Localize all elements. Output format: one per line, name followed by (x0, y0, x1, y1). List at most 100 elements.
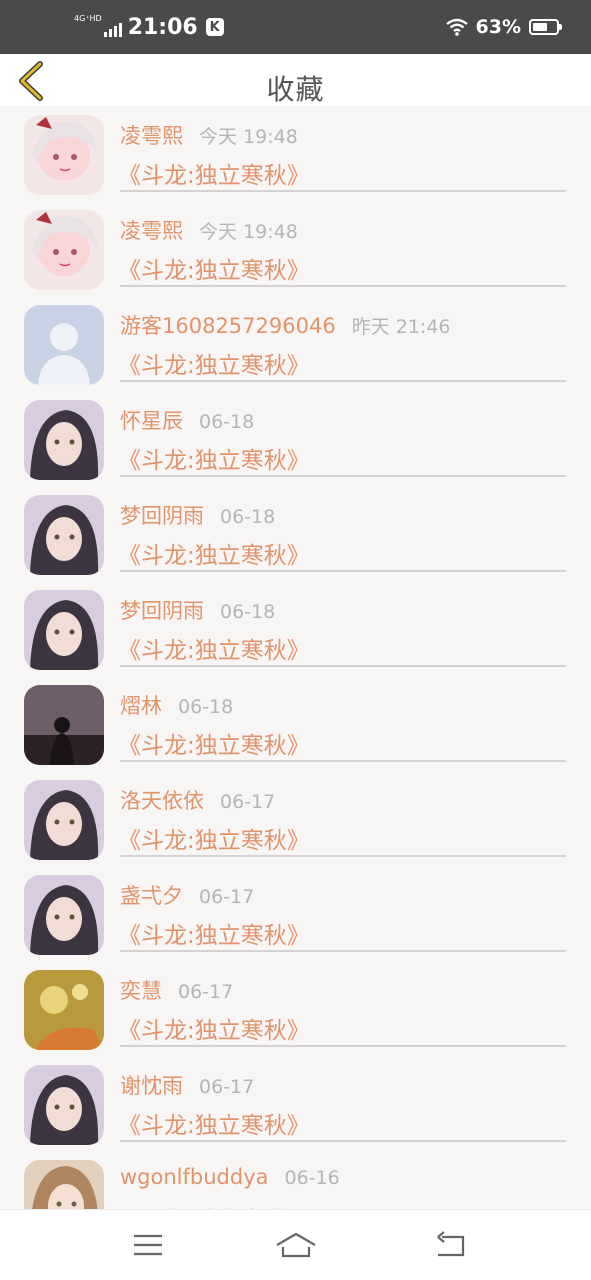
user-name-text: wgonlfbuddya (120, 1165, 269, 1189)
list-item[interactable]: 怀星辰 06-18 《斗龙:独立寒秋》 (0, 391, 591, 486)
post-time: 昨天 21:46 (351, 316, 451, 338)
menu-button[interactable] (130, 1228, 170, 1262)
avatar[interactable] (24, 305, 104, 385)
system-nav-bar (0, 1209, 591, 1280)
user-name: 梦回阴雨 06-18 (120, 595, 275, 625)
book-title[interactable]: 《斗龙:独立寒秋》 (118, 1011, 310, 1045)
battery-percent: 63% (475, 16, 521, 38)
list-item[interactable]: 熠林 06-18 《斗龙:独立寒秋》 (0, 676, 591, 771)
list-item[interactable]: 盏弌夕 06-17 《斗龙:独立寒秋》 (0, 866, 591, 961)
divider (120, 380, 566, 382)
list-item[interactable]: 梦回阴雨 06-18 《斗龙:独立寒秋》 (0, 486, 591, 581)
user-name-text: 谢忱雨 (120, 1074, 183, 1098)
avatar[interactable] (24, 685, 104, 765)
divider (120, 665, 566, 667)
divider (120, 1140, 566, 1142)
user-name-text: 凌雩熙 (120, 124, 183, 148)
post-time: 06-17 (199, 886, 255, 908)
back-icon (437, 1231, 465, 1257)
list-item[interactable]: wgonlfbuddya06-16《斗龙:独立寒秋》 (0, 1151, 591, 1210)
battery-level (533, 23, 547, 31)
list-item[interactable]: 奕慧 06-17 《斗龙:独立寒秋》 (0, 961, 591, 1056)
user-name: wgonlfbuddya 06-16 (120, 1165, 340, 1189)
post-time: 06-18 (220, 506, 276, 528)
post-time: 06-18 (220, 601, 276, 623)
user-name: 熠林 06-18 (120, 690, 233, 720)
avatar[interactable] (24, 780, 104, 860)
user-name: 盏弌夕 06-17 (120, 880, 254, 910)
favorites-list[interactable]: 凌雩熙 今天 19:48 《斗龙:独立寒秋》 凌雩熙 今天 19:48 《斗龙:独立寒秋》… (0, 106, 591, 1210)
avatar[interactable] (24, 400, 104, 480)
book-title[interactable]: 《斗龙:独立寒秋》 (118, 536, 310, 570)
post-time: 今天 19:48 (199, 221, 298, 243)
book-title[interactable]: 《斗龙:独立寒秋》 (118, 1106, 310, 1140)
user-name: 凌雩熙 今天 19:48 (120, 215, 298, 245)
post-time: 06-18 (199, 411, 255, 433)
back-nav-button[interactable] (432, 1228, 472, 1262)
user-name-text: 洛天依依 (120, 789, 204, 813)
user-name-text: 熠林 (120, 694, 162, 718)
book-title[interactable]: 《斗龙:独立寒秋》 (118, 631, 310, 665)
list-item[interactable]: 梦回阴雨 06-18 《斗龙:独立寒秋》 (0, 581, 591, 676)
signal-icon (103, 23, 122, 37)
divider (120, 475, 566, 477)
app-notification-icon: K (205, 18, 224, 36)
network-type: 4G⁺HD (74, 14, 102, 23)
avatar[interactable] (24, 970, 104, 1050)
list-item[interactable]: 洛天依依 06-17 《斗龙:独立寒秋》 (0, 771, 591, 866)
divider (120, 190, 566, 192)
post-time: 06-18 (178, 696, 234, 718)
post-time: 06-16 (284, 1167, 340, 1189)
list-item[interactable]: 游客1608257296046 昨天 21:46 《斗龙:独立寒秋》 (0, 296, 591, 391)
user-name-text: 梦回阴雨 (120, 599, 204, 623)
user-name: 奕慧 06-17 (120, 975, 233, 1005)
user-name-text: 怀星辰 (120, 409, 183, 433)
menu-icon (134, 1234, 162, 1256)
book-title[interactable]: 《斗龙:独立寒秋》 (118, 441, 310, 475)
user-name: 梦回阴雨 06-18 (120, 500, 275, 530)
avatar[interactable] (24, 875, 104, 955)
header: 收藏 (0, 54, 591, 106)
user-name-text: 游客1608257296046 (120, 314, 336, 338)
post-time: 今天 19:48 (199, 126, 298, 148)
book-title[interactable]: 《斗龙:独立寒秋》 (118, 821, 310, 855)
post-time: 06-17 (199, 1076, 255, 1098)
user-name: 怀星辰 06-18 (120, 405, 254, 435)
avatar[interactable] (24, 1065, 104, 1145)
user-name: 洛天依依 06-17 (120, 785, 275, 815)
avatar[interactable] (24, 590, 104, 670)
book-title[interactable]: 《斗龙:独立寒秋》 (118, 156, 310, 190)
wifi-icon (445, 18, 468, 36)
divider (120, 570, 566, 572)
divider (120, 1045, 566, 1047)
post-time: 06-17 (220, 791, 276, 813)
user-name-text: 凌雩熙 (120, 219, 183, 243)
post-time: 06-17 (178, 981, 234, 1003)
user-name: 凌雩熙 今天 19:48 (120, 120, 298, 150)
user-name-text: 盏弌夕 (120, 884, 183, 908)
list-item[interactable]: 凌雩熙 今天 19:48 《斗龙:独立寒秋》 (0, 106, 591, 201)
book-title[interactable]: 《斗龙:独立寒秋》 (118, 346, 310, 380)
status-left: 4G⁺HD 21:06 K (74, 0, 224, 54)
avatar[interactable] (24, 210, 104, 290)
avatar[interactable] (24, 495, 104, 575)
book-title[interactable]: 《斗龙:独立寒秋》 (118, 726, 310, 760)
user-name: 游客1608257296046 昨天 21:46 (120, 310, 451, 340)
status-time: 21:06 (127, 14, 198, 40)
avatar[interactable] (24, 1160, 104, 1210)
home-button[interactable] (274, 1228, 316, 1262)
divider (120, 285, 566, 287)
list-item[interactable]: 谢忱雨 06-17 《斗龙:独立寒秋》 (0, 1056, 591, 1151)
status-bar: 4G⁺HD 21:06 K 63% (0, 0, 591, 54)
battery-icon (529, 19, 562, 35)
home-icon (276, 1232, 316, 1258)
page-title: 收藏 (266, 73, 325, 106)
user-name: 谢忱雨 06-17 (120, 1070, 254, 1100)
book-title[interactable]: 《斗龙:独立寒秋》 (118, 916, 310, 950)
user-name-text: 梦回阴雨 (120, 504, 204, 528)
status-right: 63% (445, 0, 562, 54)
list-item[interactable]: 凌雩熙 今天 19:48 《斗龙:独立寒秋》 (0, 201, 591, 296)
user-name-text: 奕慧 (120, 979, 162, 1003)
avatar[interactable] (24, 115, 104, 195)
book-title[interactable]: 《斗龙:独立寒秋》 (118, 251, 310, 285)
